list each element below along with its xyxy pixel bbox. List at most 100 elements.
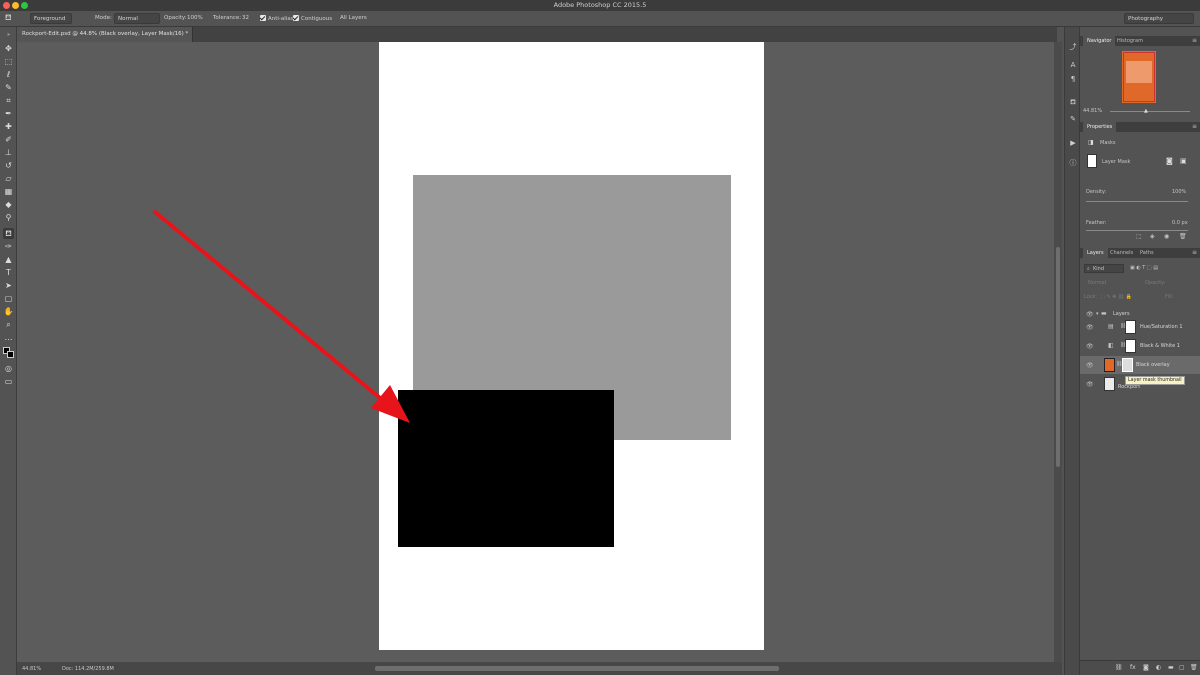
add-mask-icon[interactable]: ◙ xyxy=(1143,664,1149,671)
healing-brush-tool-icon[interactable]: ✚ xyxy=(3,121,14,132)
anti-alias-checkbox[interactable]: Anti-alias xyxy=(260,15,294,22)
feather-value[interactable]: 0.0 px xyxy=(1172,220,1188,226)
group-expand-chevron-icon[interactable]: ▾ xyxy=(1096,311,1099,317)
blend-mode-dropdown[interactable]: Normal xyxy=(1088,280,1106,286)
navigator-zoom-slider[interactable]: ▲ xyxy=(1110,108,1190,114)
quick-mask-icon[interactable]: ◎ xyxy=(3,363,14,374)
eraser-tool-icon[interactable]: ▱ xyxy=(3,173,14,184)
navigator-menu-icon[interactable]: ≡ xyxy=(1192,37,1197,44)
vertical-scroll-thumb[interactable] xyxy=(1056,247,1060,467)
hand-tool-icon[interactable]: ✋ xyxy=(3,306,14,317)
visibility-eye-icon[interactable]: 👁 xyxy=(1086,324,1094,331)
layer-mask-thumbnail[interactable] xyxy=(1122,358,1133,372)
density-value[interactable]: 100% xyxy=(1172,189,1186,195)
zoom-tool-icon[interactable]: ⌕ xyxy=(3,319,14,330)
select-vector-mask-icon[interactable]: ▣ xyxy=(1180,157,1187,165)
navigator-thumbnail[interactable] xyxy=(1122,51,1156,103)
link-layers-icon[interactable]: ⛓ xyxy=(1115,664,1123,671)
properties-menu-icon[interactable]: ≡ xyxy=(1192,123,1197,130)
crop-tool-icon[interactable]: ⌗ xyxy=(3,95,14,106)
path-select-tool-icon[interactable]: ➤ xyxy=(3,280,14,291)
layer-row-black-white[interactable]: 👁 ◧ ⛓ Black & White 1 xyxy=(1080,337,1200,355)
stamp-tool-icon[interactable]: ⊥ xyxy=(3,147,14,158)
status-zoom[interactable]: 44.81% xyxy=(22,666,41,672)
shape-tool-icon[interactable]: ▢ xyxy=(3,293,14,304)
lock-icons[interactable]: ⬚ ✎ ✥ ⛓ 🔒 xyxy=(1100,294,1132,300)
layer-thumbnail[interactable] xyxy=(1104,377,1115,391)
navigator-zoom-slider-thumb[interactable]: ▲ xyxy=(1144,108,1148,114)
new-layer-icon[interactable]: ▢ xyxy=(1179,664,1185,671)
layer-row-black-overlay[interactable]: 👁 ⛓ Black overlay xyxy=(1080,356,1200,374)
paragraph-panel-icon[interactable]: ¶ xyxy=(1068,74,1078,84)
history-brush-tool-icon[interactable]: ↺ xyxy=(3,160,14,171)
filter-icons[interactable]: ▣ ◐ T ⬚ ▤ xyxy=(1130,265,1158,271)
vertical-scrollbar[interactable] xyxy=(1054,42,1062,662)
panel-collapse-icon[interactable]: » xyxy=(3,30,14,41)
quick-select-tool-icon[interactable]: ✎ xyxy=(3,82,14,93)
tab-channels[interactable]: Channels xyxy=(1106,248,1137,258)
visibility-eye-icon[interactable]: 👁 xyxy=(1086,362,1094,369)
layer-row-hue-saturation[interactable]: 👁 ▤ ⛓ Hue/Saturation 1 xyxy=(1080,318,1200,336)
pen-tool-icon[interactable]: ✑ xyxy=(3,241,14,252)
actions-panel-icon[interactable]: ▶ xyxy=(1068,138,1078,148)
visibility-eye-icon[interactable]: 👁 xyxy=(1086,343,1094,350)
tab-paths[interactable]: Paths xyxy=(1136,248,1158,258)
paint-bucket-tool-preset-icon[interactable]: ⛾ xyxy=(5,13,12,23)
tab-properties[interactable]: Properties xyxy=(1083,122,1117,132)
document-tab[interactable]: Rockport-Edit.psd @ 44.8% (Black overlay… xyxy=(17,27,193,42)
mode-dropdown[interactable]: Normal xyxy=(114,13,160,24)
tab-navigator[interactable]: Navigator xyxy=(1083,36,1116,46)
layer-mask-thumbnail[interactable] xyxy=(1125,339,1136,353)
eyedropper-tool-icon[interactable]: ✒ xyxy=(3,108,14,119)
info-panel-icon[interactable]: ⓘ xyxy=(1068,158,1078,168)
layer-color-thumbnail[interactable] xyxy=(1104,358,1115,372)
new-group-icon[interactable]: ▬ xyxy=(1168,664,1174,671)
layer-filter-dropdown[interactable]: ⌕ Kind xyxy=(1084,264,1124,273)
lasso-tool-icon[interactable]: ℓ xyxy=(3,69,14,80)
layer-style-icon[interactable]: fx xyxy=(1130,664,1136,671)
navigator-zoom-value[interactable]: 44.81% xyxy=(1083,108,1102,114)
fill-label: Fill: xyxy=(1165,294,1174,300)
visibility-eye-icon[interactable]: 👁 xyxy=(1086,311,1094,318)
marquee-tool-icon[interactable]: ⬚ xyxy=(3,56,14,67)
layers-panel-footer: ⛓ fx ◙ ◐ ▬ ▢ 🗑 xyxy=(1080,660,1200,675)
visibility-eye-icon[interactable]: 👁 xyxy=(1086,381,1094,388)
character-panel-icon[interactable]: A xyxy=(1068,60,1078,70)
delete-layer-icon[interactable]: 🗑 xyxy=(1190,664,1198,671)
brush-panel-icon[interactable]: ✎ xyxy=(1068,114,1078,124)
select-pixel-mask-icon[interactable]: ◙ xyxy=(1166,157,1173,165)
horizontal-scroll-thumb[interactable] xyxy=(375,666,779,671)
delete-mask-icon[interactable]: 🗑 xyxy=(1179,233,1187,240)
tolerance-field[interactable]: 32 xyxy=(242,15,249,21)
tab-layers[interactable]: Layers xyxy=(1083,248,1108,258)
color-swatches-icon[interactable] xyxy=(3,347,14,358)
tool-presets-icon[interactable]: ⛾ xyxy=(1068,97,1078,107)
all-layers-checkbox[interactable]: All Layers xyxy=(340,15,367,21)
navigator-view-box[interactable] xyxy=(1123,52,1155,102)
history-panel-icon[interactable]: ⤴ xyxy=(1068,42,1078,52)
new-adjustment-layer-icon[interactable]: ◐ xyxy=(1156,664,1161,671)
canvas-area[interactable] xyxy=(17,42,1054,662)
fill-source-dropdown[interactable]: Foreground xyxy=(30,13,72,24)
apply-mask-icon[interactable]: ◈ xyxy=(1150,233,1155,240)
gradient-tool-icon[interactable]: ▦ xyxy=(3,186,14,197)
workspace-dropdown[interactable]: Photography xyxy=(1124,13,1194,24)
more-tools-icon[interactable]: … xyxy=(3,332,14,343)
layer-mask-thumbnail[interactable] xyxy=(1125,320,1136,334)
load-selection-icon[interactable]: ⬚ xyxy=(1136,233,1142,240)
contiguous-checkbox[interactable]: Contiguous xyxy=(293,15,332,22)
paint-bucket-tool-icon[interactable]: ⛾ xyxy=(3,228,14,239)
dodge-tool-icon[interactable]: ⚲ xyxy=(3,212,14,223)
tab-histogram[interactable]: Histogram xyxy=(1113,36,1147,46)
screen-mode-icon[interactable]: ▭ xyxy=(3,376,14,387)
opacity-field[interactable]: 100% xyxy=(187,15,203,21)
toggle-mask-visibility-icon[interactable]: ◉ xyxy=(1164,233,1169,240)
direct-select-tool-icon[interactable]: ▲ xyxy=(3,254,14,265)
density-slider[interactable] xyxy=(1086,201,1188,202)
layers-menu-icon[interactable]: ≡ xyxy=(1192,249,1197,256)
move-tool-icon[interactable]: ✥ xyxy=(3,43,14,54)
type-tool-icon[interactable]: T xyxy=(3,267,14,278)
brush-tool-icon[interactable]: ✐ xyxy=(3,134,14,145)
feather-slider[interactable] xyxy=(1086,230,1188,231)
blur-tool-icon[interactable]: ◆ xyxy=(3,199,14,210)
